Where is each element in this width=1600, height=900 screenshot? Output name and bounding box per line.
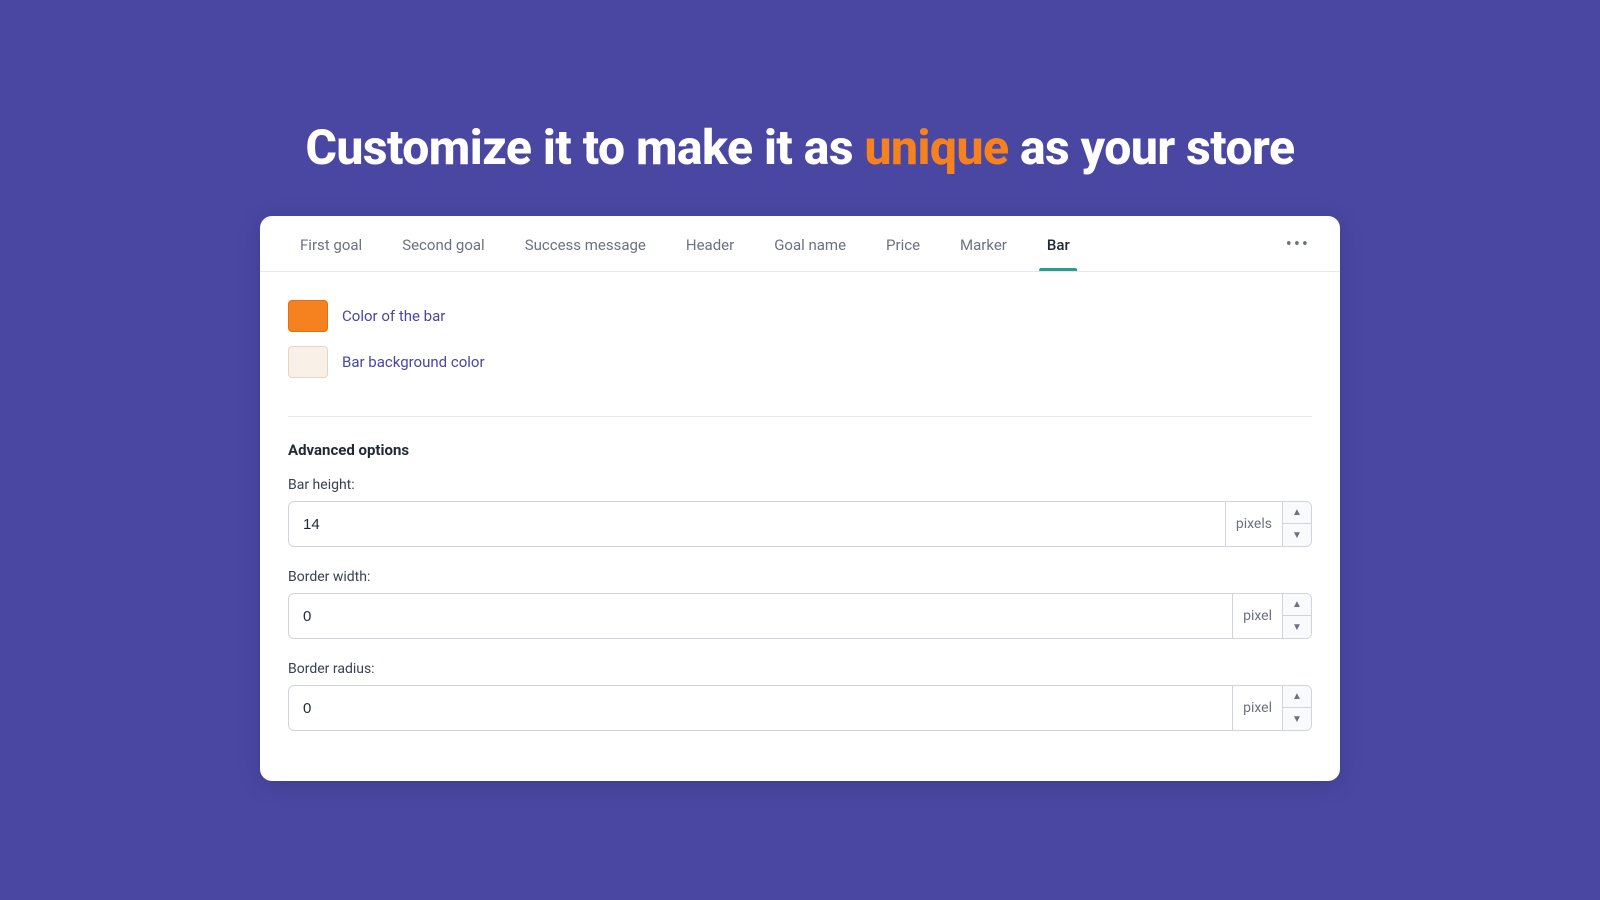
tab-header[interactable]: Header (666, 218, 754, 270)
bar-height-decrement[interactable]: ▼ (1283, 524, 1311, 546)
tab-success-message[interactable]: Success message (505, 218, 666, 270)
tab-first-goal[interactable]: First goal (280, 218, 382, 270)
advanced-options: Advanced options Bar height: pixels ▲ ▼ … (288, 441, 1312, 731)
bar-height-label: Bar height: (288, 477, 1312, 493)
border-radius-stepper: ▲ ▼ (1282, 686, 1311, 730)
headline-highlight: unique (864, 119, 1008, 176)
tab-bar[interactable]: Bar (1027, 218, 1090, 270)
bar-color-row: Color of the bar (288, 300, 1312, 332)
color-section: Color of the bar Bar background color (288, 300, 1312, 417)
border-radius-unit: pixel (1232, 686, 1282, 730)
headline-suffix: as your store (1008, 119, 1294, 176)
border-radius-input[interactable] (289, 688, 1232, 729)
tab-goal-name[interactable]: Goal name (754, 218, 866, 270)
border-radius-input-row: pixel ▲ ▼ (288, 685, 1312, 731)
bar-height-input[interactable] (289, 504, 1225, 545)
tab-bar: First goal Second goal Success message H… (260, 216, 1340, 272)
border-width-input[interactable] (289, 596, 1232, 637)
border-width-decrement[interactable]: ▼ (1283, 616, 1311, 638)
border-width-input-row: pixel ▲ ▼ (288, 593, 1312, 639)
bg-color-row: Bar background color (288, 346, 1312, 378)
tab-second-goal[interactable]: Second goal (382, 218, 505, 270)
border-radius-decrement[interactable]: ▼ (1283, 708, 1311, 730)
bg-color-swatch[interactable] (288, 346, 328, 378)
bar-color-label[interactable]: Color of the bar (342, 307, 445, 325)
bar-height-increment[interactable]: ▲ (1283, 502, 1311, 524)
headline-prefix: Customize it to make it as (305, 119, 864, 176)
tab-more-button[interactable]: ••• (1276, 216, 1320, 271)
advanced-title: Advanced options (288, 441, 1312, 459)
bar-height-stepper: ▲ ▼ (1282, 502, 1311, 546)
border-width-stepper: ▲ ▼ (1282, 594, 1311, 638)
border-radius-label: Border radius: (288, 661, 1312, 677)
tab-content: Color of the bar Bar background color Ad… (260, 272, 1340, 781)
border-radius-increment[interactable]: ▲ (1283, 686, 1311, 708)
headline: Customize it to make it as unique as you… (305, 119, 1294, 176)
tab-marker[interactable]: Marker (940, 218, 1027, 270)
settings-card: First goal Second goal Success message H… (260, 216, 1340, 781)
border-width-unit: pixel (1232, 594, 1282, 638)
bg-color-label[interactable]: Bar background color (342, 353, 485, 371)
bar-height-input-row: pixels ▲ ▼ (288, 501, 1312, 547)
bar-height-unit: pixels (1225, 502, 1282, 546)
border-width-label: Border width: (288, 569, 1312, 585)
border-width-increment[interactable]: ▲ (1283, 594, 1311, 616)
tab-price[interactable]: Price (866, 218, 940, 270)
bar-color-swatch[interactable] (288, 300, 328, 332)
